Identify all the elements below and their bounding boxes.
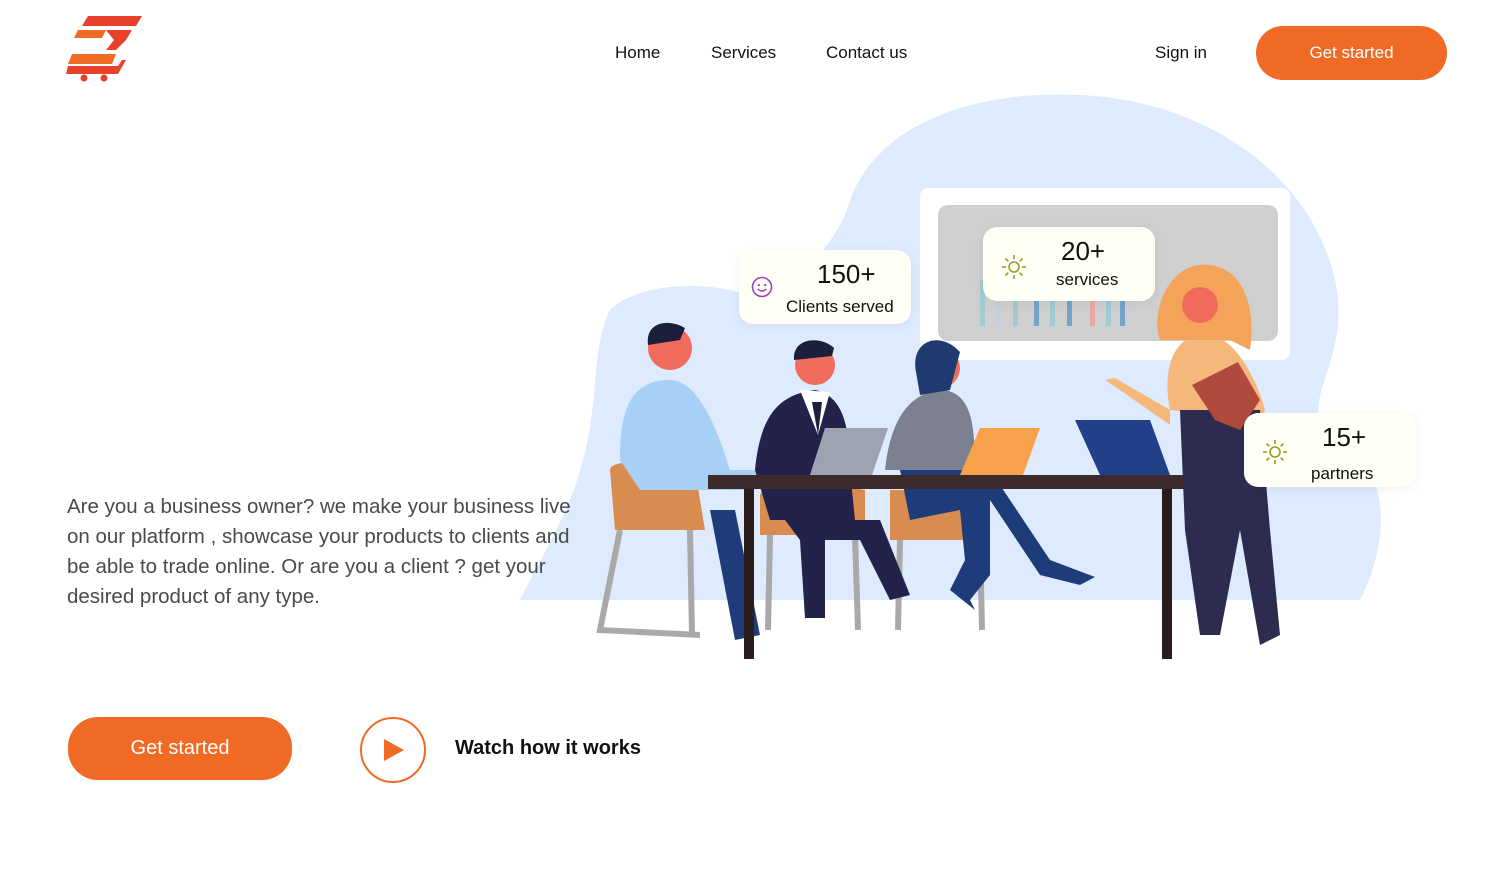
smiley-icon [751, 276, 773, 298]
team-meeting-illustration [520, 94, 1381, 659]
sun-icon [1002, 255, 1026, 279]
stat-card-partners: 15+ partners [1244, 413, 1416, 487]
sun-icon [1263, 440, 1287, 464]
play-video-button[interactable] [360, 717, 426, 783]
stat-card-clients: 150+ Clients served [739, 250, 911, 324]
nav-services[interactable]: Services [711, 43, 776, 63]
stat-card-services: 20+ services [983, 227, 1155, 301]
sign-in-link[interactable]: Sign in [1155, 43, 1207, 63]
nav-home[interactable]: Home [615, 43, 660, 63]
hero-get-started-button[interactable]: Get started [68, 717, 292, 780]
watch-how-it-works-link[interactable]: Watch how it works [455, 737, 641, 760]
stat-value: 150+ [817, 259, 876, 289]
hero-description: Are you a business owner? we make your b… [67, 495, 571, 608]
stat-label: Clients served [786, 297, 894, 316]
stat-value: 15+ [1322, 422, 1367, 452]
nav-contact-us[interactable]: Contact us [826, 43, 907, 63]
stat-label: partners [1311, 464, 1374, 483]
logo[interactable] [66, 16, 144, 82]
stat-value: 20+ [1061, 236, 1106, 266]
stat-label: services [1056, 270, 1119, 289]
play-icon [384, 739, 404, 761]
header-get-started-button[interactable]: Get started [1256, 26, 1447, 80]
